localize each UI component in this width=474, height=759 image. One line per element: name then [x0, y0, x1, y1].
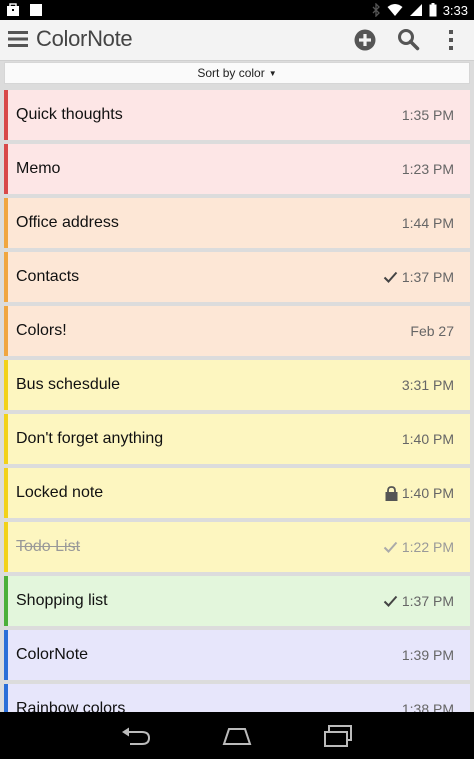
- check-icon: [383, 271, 398, 283]
- battery-icon: [429, 3, 437, 17]
- note-meta: 1:39 PM: [402, 630, 454, 680]
- back-icon[interactable]: [120, 726, 152, 746]
- note-time: 1:39 PM: [401, 647, 454, 663]
- note-row[interactable]: Shopping list 1:37 PM: [4, 576, 470, 626]
- sort-label: Sort by color: [197, 66, 265, 80]
- note-list: Quick thoughts 1:35 PM Memo 1:23 PM Office a…: [4, 90, 470, 712]
- app-title-note: Note: [87, 26, 133, 51]
- note-meta: 1:23 PM: [402, 144, 454, 194]
- note-time: 1:35 PM: [401, 107, 454, 123]
- add-icon[interactable]: [353, 28, 377, 52]
- briefcase-icon: [7, 3, 19, 16]
- note-time: Feb 27: [410, 323, 454, 339]
- note-meta: Feb 27: [410, 306, 454, 356]
- note-meta: 1:40 PM: [385, 468, 454, 518]
- lock-icon: [385, 485, 398, 501]
- recents-icon[interactable]: [322, 724, 354, 748]
- note-row[interactable]: Quick thoughts 1:35 PM: [4, 90, 470, 140]
- note-title: Quick thoughts: [16, 106, 123, 123]
- note-time: 1:38 PM: [401, 701, 454, 712]
- note-time: 1:37 PM: [401, 593, 454, 609]
- check-icon: [383, 541, 398, 553]
- nav-bar: [0, 712, 474, 759]
- note-row[interactable]: Contacts 1:37 PM: [4, 252, 470, 302]
- search-icon[interactable]: [396, 27, 420, 51]
- note-time: 1:23 PM: [401, 161, 454, 177]
- note-title: Bus schesdule: [16, 376, 121, 393]
- note-time: 1:40 PM: [401, 431, 454, 447]
- note-row[interactable]: Locked note 1:40 PM: [4, 468, 470, 518]
- status-time: 3:33: [442, 2, 468, 18]
- note-time: 1:40 PM: [401, 485, 454, 501]
- sort-dropdown[interactable]: Sort by color ▼: [4, 62, 470, 84]
- note-title: ColorNote: [16, 646, 89, 663]
- note-row[interactable]: Memo 1:23 PM: [4, 144, 470, 194]
- note-meta: 1:22 PM: [383, 522, 454, 572]
- note-title: Rainbow colors: [16, 700, 126, 712]
- note-title: Office address: [16, 214, 119, 231]
- note-title: Colors!: [16, 322, 67, 339]
- note-row[interactable]: Rainbow colors 1:38 PM: [4, 684, 470, 712]
- note-meta: 1:38 PM: [402, 684, 454, 712]
- note-meta: 1:35 PM: [402, 90, 454, 140]
- app-title: ColorNote: [36, 26, 133, 52]
- note-title: Locked note: [16, 484, 104, 501]
- wifi-icon: [387, 4, 403, 16]
- menu-icon[interactable]: [8, 30, 28, 48]
- note-row[interactable]: Don't forget anything 1:40 PM: [4, 414, 470, 464]
- status-right: 3:33: [371, 0, 468, 20]
- note-time: 1:22 PM: [401, 539, 454, 555]
- status-bar: 3:33: [0, 0, 474, 20]
- app-title-color: Color: [36, 26, 88, 51]
- note-meta: 1:37 PM: [383, 252, 454, 302]
- more-vert-icon[interactable]: [444, 28, 458, 52]
- note-title: Todo List: [16, 538, 81, 555]
- caret-down-icon: ▼: [268, 68, 277, 78]
- note-title: Shopping list: [16, 592, 108, 609]
- note-row[interactable]: Bus schesdule 3:31 PM: [4, 360, 470, 410]
- bluetooth-icon: [372, 3, 380, 17]
- home-icon[interactable]: [222, 726, 252, 746]
- note-meta: 1:37 PM: [383, 576, 454, 626]
- note-time: 1:37 PM: [401, 269, 454, 285]
- action-bar: ColorNote: [0, 20, 474, 61]
- note-row[interactable]: Todo List 1:22 PM: [4, 522, 470, 572]
- note-time: 3:31 PM: [401, 377, 454, 393]
- note-meta: 1:44 PM: [402, 198, 454, 248]
- image-icon: [30, 4, 42, 16]
- signal-icon: [409, 4, 422, 16]
- note-time: 1:44 PM: [401, 215, 454, 231]
- note-row[interactable]: Office address 1:44 PM: [4, 198, 470, 248]
- check-icon: [383, 595, 398, 607]
- note-title: Don't forget anything: [16, 430, 164, 447]
- note-meta: 1:40 PM: [402, 414, 454, 464]
- note-title: Contacts: [16, 268, 80, 285]
- note-title: Memo: [16, 160, 61, 177]
- note-row[interactable]: Colors! Feb 27: [4, 306, 470, 356]
- note-meta: 3:31 PM: [402, 360, 454, 410]
- note-row[interactable]: ColorNote 1:39 PM: [4, 630, 470, 680]
